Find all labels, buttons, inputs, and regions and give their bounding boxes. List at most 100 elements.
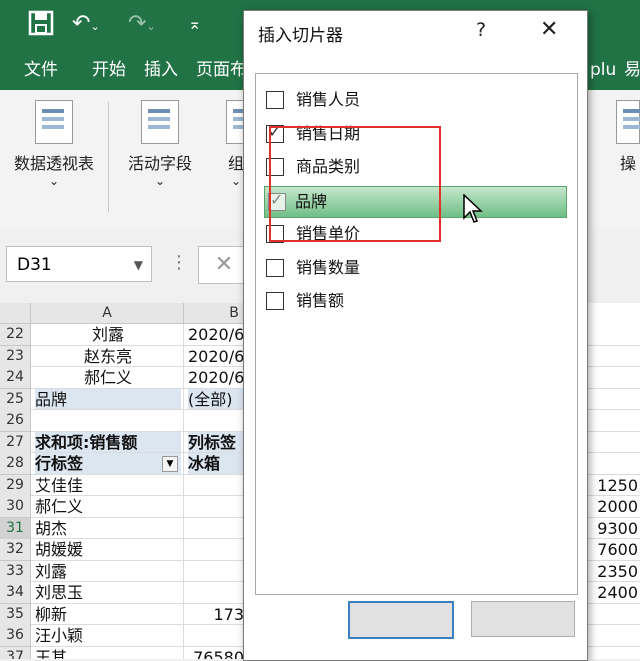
field-item[interactable]: 销售额: [266, 289, 566, 315]
cell-a[interactable]: 刘露: [35, 324, 181, 345]
cell-a[interactable]: 赵东亮: [35, 346, 181, 367]
cell-a[interactable]: 王其: [35, 647, 181, 660]
cell-b[interactable]: [188, 582, 244, 603]
row-header[interactable]: 31: [0, 517, 31, 540]
cell-b[interactable]: 173: [188, 604, 244, 625]
pivottable-button[interactable]: 数据透视表 ⌄: [6, 90, 102, 188]
cell-b[interactable]: 列标签: [188, 431, 244, 453]
cell-right[interactable]: 1250: [590, 475, 638, 496]
operations-label: 操: [619, 154, 636, 173]
more-options-icon: ⋮: [170, 252, 188, 273]
row-header[interactable]: 28: [0, 453, 31, 475]
name-box-value: D31: [17, 255, 52, 275]
checkbox[interactable]: [266, 292, 284, 310]
cell-right[interactable]: 2000: [590, 496, 638, 517]
field-item[interactable]: 销售单价: [266, 222, 566, 248]
row-header[interactable]: 35: [0, 603, 31, 626]
cell-a[interactable]: 汪小颖: [35, 625, 181, 646]
cell-b[interactable]: [188, 410, 244, 431]
tab-file[interactable]: 文件: [24, 50, 58, 90]
pivottable-dropdown: ⌄: [48, 174, 60, 188]
tab-easy[interactable]: 易: [624, 50, 640, 90]
cell-right[interactable]: 9300: [590, 518, 638, 539]
checkbox[interactable]: [266, 91, 284, 109]
cell-b[interactable]: [188, 475, 244, 496]
cell-a[interactable]: 艾佳佳: [35, 475, 181, 496]
row-header[interactable]: 37: [0, 646, 31, 659]
row-header[interactable]: 30: [0, 496, 31, 518]
field-item-label: 销售单价: [296, 224, 361, 243]
operations-button[interactable]: 操: [616, 90, 640, 174]
cell-b[interactable]: [188, 518, 244, 539]
cell-b[interactable]: [188, 496, 244, 517]
chevron-down-icon[interactable]: ▼: [134, 247, 143, 283]
tab-home[interactable]: 开始: [92, 50, 126, 90]
checkbox[interactable]: [266, 225, 284, 243]
save-icon[interactable]: [28, 10, 54, 44]
cell-a[interactable]: 胡杰: [35, 518, 181, 539]
undo-icon[interactable]: ↶⌄: [72, 10, 100, 41]
redo-icon[interactable]: ↷⌄: [128, 10, 156, 41]
field-item[interactable]: 商品类别: [266, 155, 566, 181]
column-header-a[interactable]: A: [31, 303, 184, 324]
row-header[interactable]: 36: [0, 625, 31, 647]
cell-b[interactable]: [188, 561, 244, 582]
field-item[interactable]: 销售日期: [266, 122, 566, 148]
cell-a[interactable]: 刘思玉: [35, 582, 181, 603]
row-header[interactable]: 23: [0, 345, 31, 368]
mouse-cursor-icon: [463, 194, 483, 223]
cell-b[interactable]: 冰箱: [188, 453, 244, 474]
cell-right[interactable]: 2350: [590, 561, 638, 582]
field-item-label: 品牌: [295, 191, 328, 211]
cell-b[interactable]: [188, 625, 244, 646]
checkbox[interactable]: [266, 158, 284, 176]
row-header[interactable]: 33: [0, 560, 31, 583]
row-header[interactable]: 26: [0, 410, 31, 432]
checkbox[interactable]: [266, 122, 284, 143]
row-header[interactable]: 34: [0, 582, 31, 604]
field-item[interactable]: 销售数量: [266, 256, 566, 282]
cell-b[interactable]: 2020/6: [188, 367, 244, 388]
cell-b[interactable]: 2020/6: [188, 346, 244, 367]
row-header[interactable]: 24: [0, 367, 31, 389]
cell-a[interactable]: 柳新: [35, 604, 181, 625]
field-item[interactable]: 品牌: [264, 185, 567, 218]
cell-a[interactable]: 郝仁义: [35, 496, 181, 517]
row-header[interactable]: 27: [0, 431, 31, 454]
cell-a[interactable]: 求和项:销售额: [35, 431, 181, 453]
checkbox[interactable]: [266, 258, 284, 277]
cell-a[interactable]: 品牌: [35, 388, 181, 410]
gridline: [183, 324, 184, 659]
cell-b[interactable]: 2020/6: [188, 324, 244, 345]
tab-plugin[interactable]: plu: [590, 50, 616, 90]
cell-a[interactable]: 郝仁义: [35, 367, 181, 388]
active-field-dropdown: ⌄: [154, 174, 166, 188]
help-icon[interactable]: ?: [476, 19, 486, 41]
cell-a[interactable]: 胡媛媛: [35, 539, 181, 560]
cell-right[interactable]: 7600: [590, 539, 638, 560]
select-all-corner[interactable]: [0, 303, 31, 324]
cancel-button[interactable]: [471, 601, 575, 637]
field-item-label: 销售额: [296, 291, 345, 310]
cell-a[interactable]: 刘露: [35, 561, 181, 582]
tab-page-layout[interactable]: 页面布: [196, 50, 247, 90]
customize-qat-icon[interactable]: ⌅: [188, 10, 201, 38]
row-header[interactable]: 22: [0, 324, 31, 346]
ok-button[interactable]: [348, 601, 454, 639]
field-item[interactable]: 销售人员: [266, 88, 566, 114]
checkbox[interactable]: [268, 190, 286, 211]
row-header[interactable]: 25: [0, 388, 31, 411]
cell-a[interactable]: 行标签: [35, 453, 181, 474]
active-field-button[interactable]: 活动字段 ⌄: [118, 90, 202, 188]
name-box[interactable]: D31 ▼: [6, 246, 152, 282]
cell-a[interactable]: [35, 410, 181, 431]
cell-b[interactable]: (全部): [188, 388, 244, 410]
close-icon[interactable]: ✕: [540, 17, 558, 42]
cell-right[interactable]: 2400: [590, 582, 638, 603]
row-header[interactable]: 32: [0, 539, 31, 561]
cell-b[interactable]: [188, 539, 244, 560]
tab-insert[interactable]: 插入: [144, 50, 178, 90]
filter-dropdown-icon[interactable]: ▼: [162, 456, 178, 472]
row-header[interactable]: 29: [0, 474, 31, 497]
cell-b[interactable]: 76580: [188, 647, 244, 660]
